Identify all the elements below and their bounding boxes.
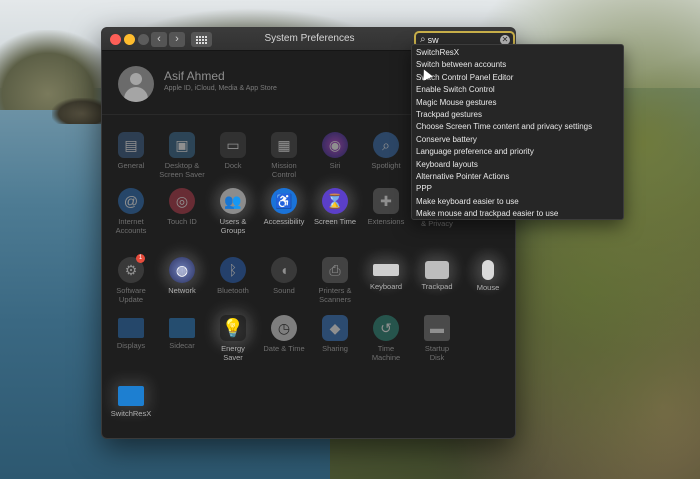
pane-energy-saver[interactable]: 💡 Energy Saver (208, 315, 258, 362)
pane-internet-accounts[interactable]: @ Internet Accounts (106, 188, 156, 235)
suggestion-item[interactable]: Make mouse and trackpad easier to use (412, 208, 623, 220)
pane-mouse[interactable]: Mouse (463, 257, 513, 293)
globe-icon: ◍ (169, 257, 195, 283)
chevron-right-icon: › (175, 33, 179, 45)
pane-accessibility[interactable]: ♿ Accessibility (259, 188, 309, 227)
display-icon (118, 318, 144, 338)
suggestion-item[interactable]: Magic Mouse gestures (412, 97, 623, 109)
dock-icon: ▭ (220, 132, 246, 158)
mission-control-icon: ▦ (271, 132, 297, 158)
fingerprint-icon: ◎ (169, 188, 195, 214)
at-icon: @ (118, 188, 144, 214)
suggestion-item[interactable]: Choose Screen Time content and privacy s… (412, 121, 623, 133)
zoom-button[interactable] (138, 34, 149, 45)
suggestion-item[interactable]: Switch Control Panel Editor (412, 72, 623, 84)
suggestion-item[interactable]: Switch between accounts (412, 59, 623, 71)
forward-button[interactable]: › (169, 32, 185, 47)
user-subtitle: Apple ID, iCloud, Media & App Store (164, 85, 277, 92)
disk-icon: ▬ (424, 315, 450, 341)
desktop-icon: ▣ (169, 132, 195, 158)
pane-mission-control[interactable]: ▦ Mission Control (259, 132, 309, 179)
pane-dock[interactable]: ▭ Dock (208, 132, 258, 171)
pane-desktop-screen-saver[interactable]: ▣ Desktop & Screen Saver (157, 132, 207, 179)
users-icon: 👥 (220, 188, 246, 214)
pane-sound[interactable]: ◖ Sound (259, 257, 309, 296)
pane-sidecar[interactable]: Sidecar (157, 315, 207, 351)
pane-extensions[interactable]: ✚ Extensions (361, 188, 411, 227)
close-button[interactable] (110, 34, 121, 45)
monitor-icon (118, 386, 144, 406)
avatar[interactable] (118, 66, 154, 102)
pane-trackpad[interactable]: Trackpad (412, 257, 462, 292)
search-suggestions: SwitchResX Switch between accounts Switc… (411, 44, 624, 220)
suggestion-item[interactable]: SwitchResX (412, 47, 623, 59)
chevron-left-icon: ‹ (157, 33, 161, 45)
accessibility-icon: ♿ (271, 188, 297, 214)
general-icon: ▤ (118, 132, 144, 158)
pane-keyboard[interactable]: Keyboard (361, 257, 411, 292)
pane-network[interactable]: ◍ Network (157, 257, 207, 296)
pane-printers-scanners[interactable]: ⎙ Printers & Scanners (310, 257, 360, 304)
pane-software-update[interactable]: ⚙ 1 Software Update (106, 254, 156, 304)
suggestion-item[interactable]: Enable Switch Control (412, 84, 623, 96)
pane-general[interactable]: ▤ General (106, 132, 156, 171)
grid-icon (196, 35, 207, 44)
siri-icon: ◉ (322, 132, 348, 158)
pane-time-machine[interactable]: ↺ Time Machine (361, 315, 411, 362)
lightbulb-icon: 💡 (220, 315, 246, 341)
pane-users-groups[interactable]: 👥 Users & Groups (208, 188, 258, 235)
keyboard-icon (373, 264, 399, 276)
pane-spotlight[interactable]: ⌕ Spotlight (361, 132, 411, 171)
bluetooth-icon: ᛒ (220, 257, 246, 283)
user-name: Asif Ahmed (164, 69, 225, 83)
pane-touch-id[interactable]: ◎ Touch ID (157, 188, 207, 227)
suggestion-item[interactable]: Keyboard layouts (412, 159, 623, 171)
mouse-icon (482, 260, 494, 280)
hourglass-icon: ⌛ (322, 188, 348, 214)
pane-date-time[interactable]: ◷ Date & Time (259, 315, 309, 354)
minimize-button[interactable] (124, 34, 135, 45)
pane-sharing[interactable]: ◆ Sharing (310, 315, 360, 354)
time-machine-icon: ↺ (373, 315, 399, 341)
suggestion-item[interactable]: Trackpad gestures (412, 109, 623, 121)
clock-icon: ◷ (271, 315, 297, 341)
pane-bluetooth[interactable]: ᛒ Bluetooth (208, 257, 258, 296)
puzzle-icon: ✚ (373, 188, 399, 214)
suggestion-item[interactable]: PPP (412, 183, 623, 195)
sharing-icon: ◆ (322, 315, 348, 341)
trackpad-icon (425, 261, 449, 279)
pane-siri[interactable]: ◉ Siri (310, 132, 360, 171)
sidecar-icon (169, 318, 195, 338)
back-button[interactable]: ‹ (151, 32, 167, 47)
suggestion-item[interactable]: Conserve battery (412, 134, 623, 146)
suggestion-item[interactable]: Language preference and priority (412, 146, 623, 158)
show-all-button[interactable] (191, 32, 212, 47)
pane-startup-disk[interactable]: ▬ Startup Disk (412, 315, 462, 362)
pane-screen-time[interactable]: ⌛ Screen Time (310, 188, 360, 227)
pane-switchresx[interactable]: SwitchResX (106, 383, 156, 419)
suggestion-item[interactable]: Alternative Pointer Actions (412, 171, 623, 183)
search-input[interactable] (427, 34, 498, 45)
speaker-icon: ◖ (271, 257, 297, 283)
pane-displays[interactable]: Displays (106, 315, 156, 351)
window-title: System Preferences (264, 33, 355, 44)
printer-icon: ⎙ (322, 257, 348, 283)
suggestion-item[interactable]: Make keyboard easier to use (412, 196, 623, 208)
update-badge: 1 (136, 254, 145, 263)
spotlight-icon: ⌕ (373, 132, 399, 158)
